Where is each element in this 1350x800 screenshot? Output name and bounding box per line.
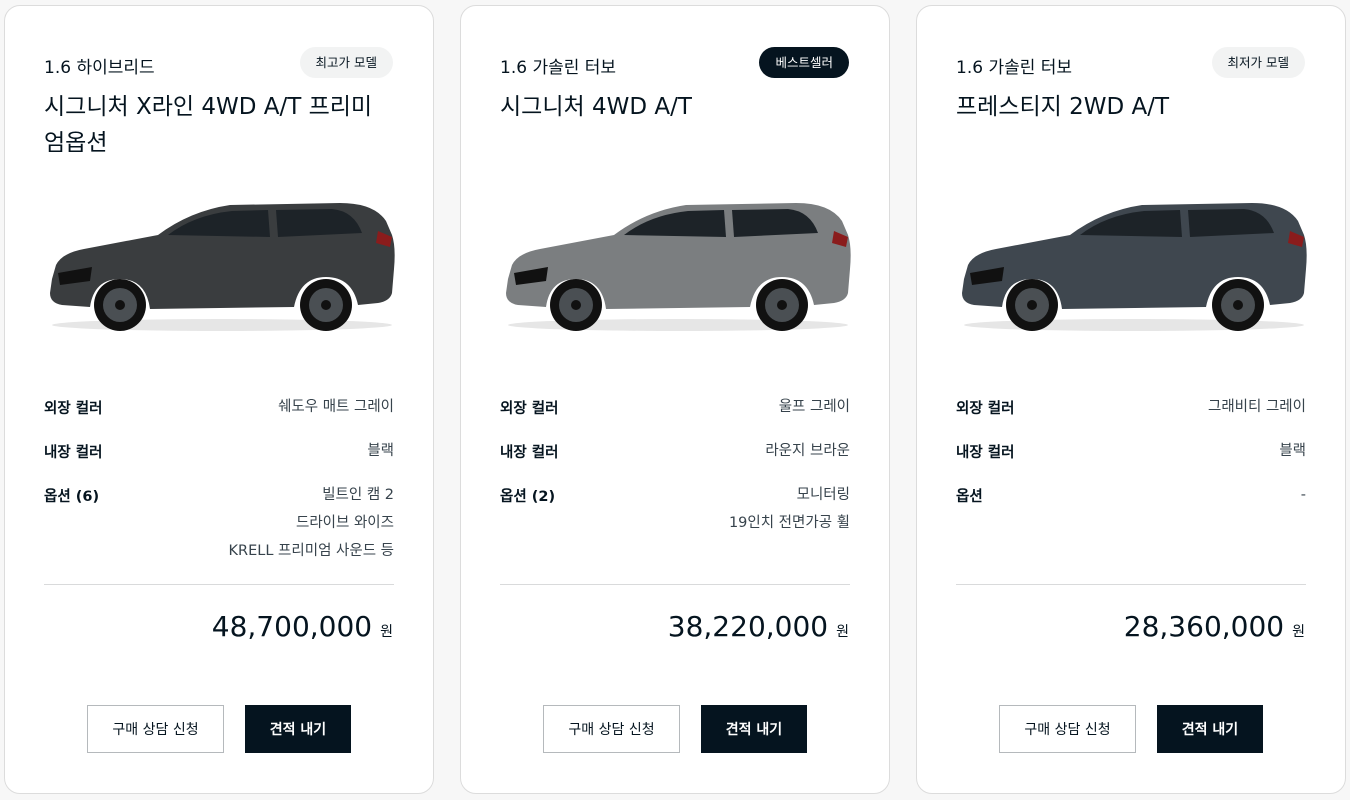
spec-label: 내장 컬러	[500, 445, 559, 461]
price-unit: 원	[836, 624, 849, 640]
option-item: 19인치 전면가공 휠	[728, 515, 850, 531]
option-item: KRELL 프리미엄 사운드 등	[228, 543, 394, 559]
spec-options: 옵션 (6) 빌트인 캠 2 드라이브 와이즈 KRELL 프리미엄 사운드 등	[44, 487, 394, 565]
spec-interior: 내장 컬러 블랙	[956, 443, 1306, 471]
spec-interior: 내장 컬러 라운지 브라운	[500, 443, 850, 471]
car-image	[952, 191, 1312, 341]
spec-exterior: 외장 컬러 그래비티 그레이	[956, 399, 1306, 427]
trim-card: 1.6 가솔린 터보 베스트셀러 시그니처 4WD A/T 외장 컬러 울프 그…	[460, 5, 890, 794]
engine-type: 1.6 가솔린 터보	[500, 58, 617, 78]
divider	[500, 584, 850, 585]
spec-list: 외장 컬러 울프 그레이 내장 컬러 라운지 브라운 옵션 (2) 모니터링 19…	[500, 399, 850, 553]
purchase-consult-button[interactable]: 구매 상담 신청	[543, 705, 680, 753]
spec-value: 울프 그레이	[778, 399, 850, 415]
option-item: -	[1300, 487, 1306, 503]
price-unit: 원	[380, 624, 393, 640]
spec-value: 빌트인 캠 2 드라이브 와이즈 KRELL 프리미엄 사운드 등	[229, 487, 394, 565]
price: 28,360,000 원	[1124, 610, 1305, 643]
card-actions: 구매 상담 신청 견적 내기	[461, 705, 889, 753]
spec-interior: 내장 컬러 블랙	[44, 443, 394, 471]
model-name: 프레스티지 2WD A/T	[956, 94, 1170, 120]
spec-value: 블랙	[1279, 443, 1306, 459]
spec-value: 라운지 브라운	[765, 443, 850, 459]
price: 38,220,000 원	[668, 610, 849, 643]
spec-label: 외장 컬러	[956, 401, 1015, 417]
option-item: 모니터링	[796, 487, 850, 503]
trim-badge: 최저가 모델	[1211, 47, 1305, 78]
car-silhouette	[50, 203, 395, 331]
spec-label: 옵션	[956, 489, 983, 505]
spec-value: 그래비티 그레이	[1208, 399, 1306, 415]
trim-card-list: 1.6 하이브리드 최고가 모델 시그니처 X라인 4WD A/T 프리미엄옵션…	[0, 0, 1350, 800]
spec-list: 외장 컬러 쉐도우 매트 그레이 내장 컬러 블랙 옵션 (6) 빌트인 캠 2…	[44, 399, 394, 581]
engine-type: 1.6 가솔린 터보	[956, 58, 1073, 78]
spec-label: 내장 컬러	[44, 445, 103, 461]
model-name: 시그니처 X라인 4WD A/T 프리미엄옵션	[44, 94, 373, 156]
spec-value: -	[1301, 487, 1306, 515]
divider	[956, 584, 1306, 585]
get-quote-button[interactable]: 견적 내기	[1157, 705, 1263, 753]
price-value: 48,700,000	[211, 610, 373, 643]
car-silhouette	[506, 203, 851, 331]
price-unit: 원	[1292, 624, 1305, 640]
spec-label: 내장 컬러	[956, 445, 1015, 461]
trim-badge: 베스트셀러	[759, 47, 849, 78]
spec-label: 옵션 (2)	[500, 489, 556, 505]
get-quote-button[interactable]: 견적 내기	[701, 705, 807, 753]
spec-list: 외장 컬러 그래비티 그레이 내장 컬러 블랙 옵션 -	[956, 399, 1306, 531]
spec-label: 외장 컬러	[500, 401, 559, 417]
spec-exterior: 외장 컬러 울프 그레이	[500, 399, 850, 427]
spec-value: 블랙	[367, 443, 394, 459]
price-value: 28,360,000	[1123, 610, 1285, 643]
option-item: 빌트인 캠 2	[322, 487, 394, 503]
car-image	[40, 191, 400, 341]
spec-value: 쉐도우 매트 그레이	[278, 399, 394, 415]
spec-exterior: 외장 컬러 쉐도우 매트 그레이	[44, 399, 394, 427]
divider	[44, 584, 394, 585]
spec-options: 옵션 (2) 모니터링 19인치 전면가공 휠	[500, 487, 850, 537]
price-value: 38,220,000	[667, 610, 829, 643]
car-silhouette	[962, 203, 1307, 331]
spec-options: 옵션 -	[956, 487, 1306, 515]
purchase-consult-button[interactable]: 구매 상담 신청	[87, 705, 224, 753]
trim-card: 1.6 가솔린 터보 최저가 모델 프레스티지 2WD A/T 외장 컬러 그래…	[916, 5, 1346, 794]
car-image	[496, 191, 856, 341]
engine-type: 1.6 하이브리드	[44, 58, 155, 78]
model-name: 시그니처 4WD A/T	[500, 94, 692, 120]
get-quote-button[interactable]: 견적 내기	[245, 705, 351, 753]
trim-card: 1.6 하이브리드 최고가 모델 시그니처 X라인 4WD A/T 프리미엄옵션…	[4, 5, 434, 794]
purchase-consult-button[interactable]: 구매 상담 신청	[999, 705, 1136, 753]
card-actions: 구매 상담 신청 견적 내기	[917, 705, 1345, 753]
price: 48,700,000 원	[212, 610, 393, 643]
spec-label: 옵션 (6)	[44, 489, 100, 505]
spec-value: 모니터링 19인치 전면가공 휠	[729, 487, 850, 537]
option-item: 드라이브 와이즈	[296, 515, 394, 531]
trim-badge: 최고가 모델	[299, 47, 393, 78]
spec-label: 외장 컬러	[44, 401, 103, 417]
card-actions: 구매 상담 신청 견적 내기	[5, 705, 433, 753]
